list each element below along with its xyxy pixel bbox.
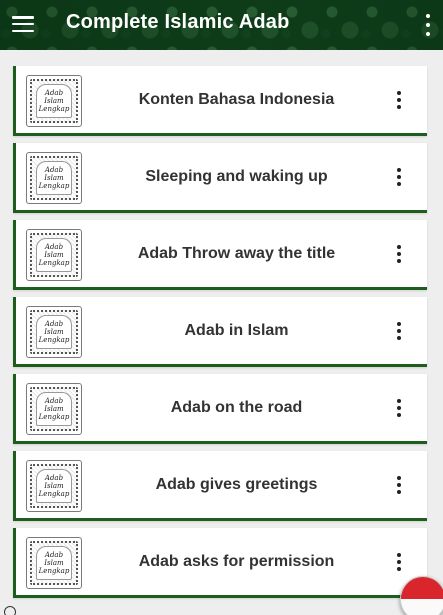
- list-item[interactable]: Adab Islam Lengkap Adab gives greetings: [13, 451, 427, 521]
- hamburger-menu-icon[interactable]: [12, 14, 34, 34]
- more-vertical-icon[interactable]: [395, 91, 403, 109]
- more-vertical-icon[interactable]: [395, 553, 403, 571]
- book-cover-thumbnail: Adab Islam Lengkap: [26, 537, 82, 589]
- book-cover-thumbnail: Adab Islam Lengkap: [26, 383, 82, 435]
- app-bar: Complete Islamic Adab: [0, 0, 443, 50]
- more-vertical-icon[interactable]: [395, 399, 403, 417]
- more-vertical-icon[interactable]: [421, 12, 435, 38]
- list-item-title: Adab asks for permission: [138, 552, 335, 570]
- list-item-title: Adab gives greetings: [155, 475, 318, 493]
- indonesia-flag-icon[interactable]: [400, 576, 443, 615]
- list-item-title: Adab Throw away the title: [137, 244, 336, 262]
- book-cover-thumbnail: Adab Islam Lengkap: [26, 306, 82, 358]
- list-item-title: Sleeping and waking up: [145, 167, 328, 185]
- book-cover-thumbnail: Adab Islam Lengkap: [26, 152, 82, 204]
- list-item-title: Konten Bahasa Indonesia: [138, 90, 335, 108]
- list-item[interactable]: Adab Islam Lengkap Adab on the road: [13, 374, 427, 444]
- list-item[interactable]: Adab Islam Lengkap Adab in Islam: [13, 297, 427, 367]
- book-cover-thumbnail: Adab Islam Lengkap: [26, 460, 82, 512]
- list-item[interactable]: Adab Islam Lengkap Konten Bahasa Indonesia: [13, 66, 427, 136]
- content-list: Adab Islam Lengkap Konten Bahasa Indonesia…: [13, 66, 427, 605]
- list-item[interactable]: Adab Islam Lengkap Adab asks for permissio…: [13, 528, 427, 598]
- more-vertical-icon[interactable]: [395, 476, 403, 494]
- book-cover-thumbnail: Adab Islam Lengkap: [26, 75, 82, 127]
- partial-list-icon: [4, 606, 16, 615]
- app-title: Complete Islamic Adab: [66, 11, 290, 33]
- more-vertical-icon[interactable]: [395, 245, 403, 263]
- more-vertical-icon[interactable]: [395, 168, 403, 186]
- list-item-title: Adab on the road: [170, 398, 303, 416]
- list-item[interactable]: Adab Islam Lengkap Adab Throw away the tit…: [13, 220, 427, 290]
- more-vertical-icon[interactable]: [395, 322, 403, 340]
- book-cover-thumbnail: Adab Islam Lengkap: [26, 229, 82, 281]
- list-item-title: Adab in Islam: [184, 321, 289, 339]
- list-item[interactable]: Adab Islam Lengkap Sleeping and waking up: [13, 143, 427, 213]
